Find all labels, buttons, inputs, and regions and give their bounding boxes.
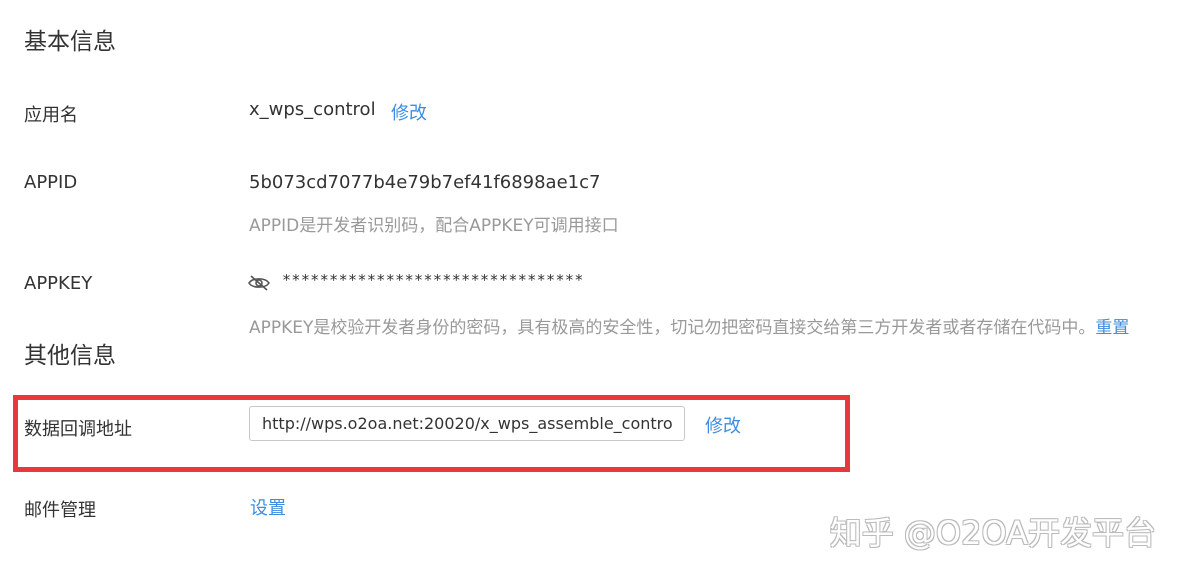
appkey-reset-link[interactable]: 重置: [1095, 318, 1129, 338]
appkey-hint-text: APPKEY是校验开发者身份的密码，具有极高的安全性，切记勿把密码直接交给第三方…: [249, 318, 1096, 338]
basic-info-title: 基本信息: [24, 29, 116, 55]
mail-settings-link[interactable]: 设置: [250, 494, 286, 520]
mail-label: 邮件管理: [24, 500, 96, 521]
appkey-masked-value: ********************************: [282, 271, 584, 289]
app-name-value: x_wps_control: [249, 99, 376, 120]
app-name-label: 应用名: [24, 105, 78, 126]
watermark: 知乎 @O2OA开发平台: [829, 514, 1156, 552]
app-info-page: 基本信息 应用名 x_wps_control 修改 APPID 5b073cd7…: [0, 0, 1186, 576]
eye-slash-icon[interactable]: [248, 274, 270, 292]
callback-url-input[interactable]: [249, 406, 685, 441]
appid-value: 5b073cd7077b4e79b7ef41f6898ae1c7: [249, 172, 601, 193]
appkey-hint: APPKEY是校验开发者身份的密码，具有极高的安全性，切记勿把密码直接交给第三方…: [249, 313, 1129, 338]
appid-hint: APPID是开发者识别码，配合APPKEY可调用接口: [249, 216, 619, 236]
callback-edit-link[interactable]: 修改: [705, 412, 741, 438]
appid-label: APPID: [24, 172, 78, 193]
appkey-label: APPKEY: [24, 273, 93, 294]
app-name-edit-link[interactable]: 修改: [391, 99, 427, 125]
callback-label: 数据回调地址: [24, 419, 132, 440]
other-info-title: 其他信息: [24, 343, 116, 369]
